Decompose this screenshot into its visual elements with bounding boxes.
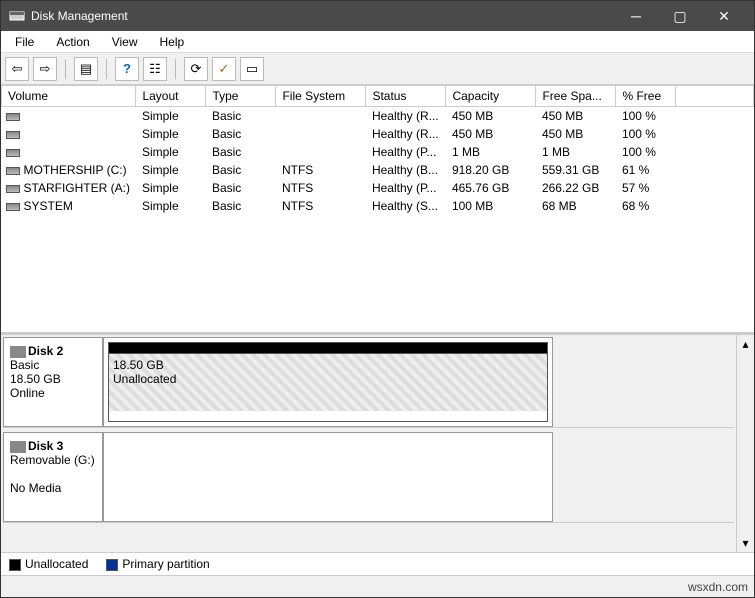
col-free[interactable]: Free Spa... <box>536 86 616 107</box>
disk-state: Online <box>10 386 96 400</box>
partition-type: Unallocated <box>113 372 543 386</box>
table-row[interactable]: SimpleBasicHealthy (R...450 MB450 MB100 … <box>2 125 754 143</box>
check-button[interactable]: ✓ <box>212 57 236 81</box>
disk-block-2[interactable]: Disk 2 Basic 18.50 GB Online 18.50 GB Un… <box>3 337 734 428</box>
disk-block-3[interactable]: Disk 3 Removable (G:) No Media <box>3 432 734 523</box>
partition-unallocated[interactable]: 18.50 GB Unallocated <box>108 342 548 422</box>
disk-type: Removable (G:) <box>10 453 96 467</box>
views-button[interactable]: ☷ <box>143 57 167 81</box>
col-fs[interactable]: File System <box>276 86 366 107</box>
region-button[interactable]: ▭ <box>240 57 264 81</box>
partition-size: 18.50 GB <box>113 358 543 372</box>
volume-icon <box>6 185 20 193</box>
app-icon <box>9 8 25 24</box>
col-type[interactable]: Type <box>206 86 276 107</box>
back-button[interactable]: ⇦ <box>5 57 29 81</box>
menu-file[interactable]: File <box>5 33 44 51</box>
close-button[interactable]: ✕ <box>702 1 746 31</box>
disk-type: Basic <box>10 358 96 372</box>
col-pct[interactable]: % Free <box>616 86 676 107</box>
table-row[interactable]: MOTHERSHIP (C:)SimpleBasicNTFSHealthy (B… <box>2 161 754 179</box>
volume-icon <box>6 167 20 175</box>
title-bar: Disk Management ─ ▢ ✕ <box>1 1 754 31</box>
disk-graphic-pane: Disk 2 Basic 18.50 GB Online 18.50 GB Un… <box>1 335 754 552</box>
legend-label-unallocated: Unallocated <box>25 557 88 571</box>
col-status[interactable]: Status <box>366 86 446 107</box>
col-layout[interactable]: Layout <box>136 86 206 107</box>
help-button[interactable]: ? <box>115 57 139 81</box>
toolbar: ⇦ ⇨ ▤ ? ☷ ⟳ ✓ ▭ <box>1 53 754 85</box>
table-row[interactable]: SimpleBasicHealthy (P...1 MB1 MB100 % <box>2 143 754 161</box>
maximize-button[interactable]: ▢ <box>658 1 702 31</box>
table-row[interactable]: SimpleBasicHealthy (R...450 MB450 MB100 … <box>2 107 754 126</box>
col-capacity[interactable]: Capacity <box>446 86 536 107</box>
legend: Unallocated Primary partition <box>1 552 754 575</box>
refresh-button[interactable]: ⟳ <box>184 57 208 81</box>
disk-name: Disk 3 <box>28 439 63 453</box>
volume-list[interactable]: Volume Layout Type File System Status Ca… <box>1 85 754 335</box>
forward-button[interactable]: ⇨ <box>33 57 57 81</box>
menu-action[interactable]: Action <box>46 33 99 51</box>
menu-view[interactable]: View <box>102 33 148 51</box>
legend-swatch-unallocated <box>9 559 21 571</box>
table-row[interactable]: SYSTEMSimpleBasicNTFSHealthy (S...100 MB… <box>2 197 754 215</box>
scrollbar[interactable]: ▴ ▾ <box>736 335 754 552</box>
disk-icon <box>10 346 26 358</box>
status-bar: wsxdn.com <box>1 575 754 597</box>
disk-icon <box>10 441 26 453</box>
menu-help[interactable]: Help <box>150 33 195 51</box>
scroll-up-icon[interactable]: ▴ <box>742 337 748 351</box>
legend-label-primary: Primary partition <box>122 557 209 571</box>
table-row[interactable]: STARFIGHTER (A:)SimpleBasicNTFSHealthy (… <box>2 179 754 197</box>
disk-name: Disk 2 <box>28 344 63 358</box>
scroll-down-icon[interactable]: ▾ <box>742 536 748 550</box>
menu-bar: File Action View Help <box>1 31 754 53</box>
minimize-button[interactable]: ─ <box>614 1 658 31</box>
disk-state: No Media <box>10 481 96 495</box>
disk-size: 18.50 GB <box>10 372 96 386</box>
footer-text: wsxdn.com <box>688 580 748 594</box>
window-title: Disk Management <box>31 9 128 23</box>
legend-swatch-primary <box>106 559 118 571</box>
volume-icon <box>6 113 20 121</box>
view-mode-button[interactable]: ▤ <box>74 57 98 81</box>
col-extra[interactable] <box>676 86 754 107</box>
volume-icon <box>6 149 20 157</box>
col-volume[interactable]: Volume <box>2 86 136 107</box>
volume-icon <box>6 203 20 211</box>
volume-icon <box>6 131 20 139</box>
